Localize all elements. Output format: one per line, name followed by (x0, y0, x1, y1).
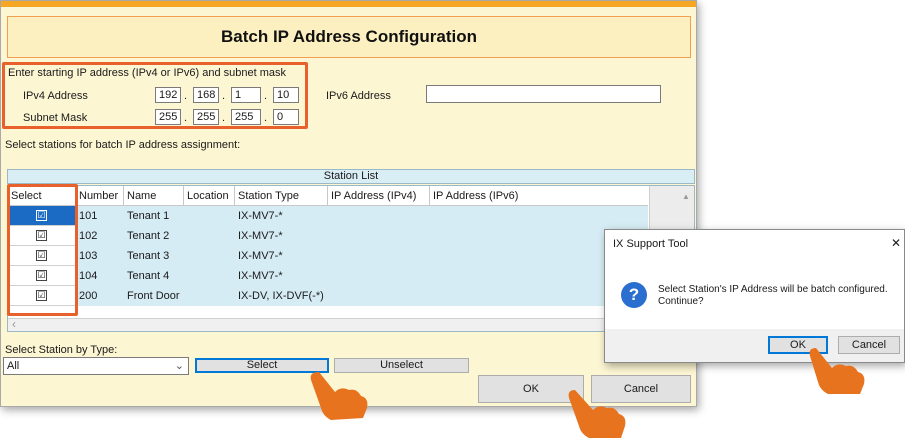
row-ipv6 (430, 206, 648, 226)
row-ipv4 (328, 226, 430, 246)
col-ipv4[interactable]: IP Address (IPv4) (328, 186, 430, 206)
row-number: 104 (79, 270, 98, 282)
row-station-type: IX-MV7-* (238, 210, 283, 222)
row-location (184, 226, 235, 246)
row-name: Tenant 4 (127, 270, 170, 282)
row-location (184, 286, 235, 306)
confirm-dialog: IX Support Tool ✕ ? Select Station's IP … (604, 229, 905, 363)
row-location (184, 266, 235, 286)
row-location (184, 206, 235, 226)
table-row[interactable]: ☑ 200 Front Door IX-DV, IX-DVF(-*) (8, 286, 648, 306)
row-station-type: IX-MV7-* (238, 270, 283, 282)
row-number: 200 (79, 290, 98, 302)
window-accent-bar (1, 1, 696, 7)
chevron-down-icon[interactable]: ⌄ (175, 358, 184, 374)
col-number[interactable]: Number (76, 186, 124, 206)
row-name: Front Door (127, 290, 180, 302)
dialog-message-continue: Continue? (658, 296, 704, 307)
station-type-value: All (7, 360, 20, 372)
row-number: 103 (79, 250, 98, 262)
close-icon[interactable]: ✕ (891, 236, 901, 250)
dialog-title: IX Support Tool (613, 238, 689, 250)
row-ipv4 (328, 246, 430, 266)
page-title: Batch IP Address Configuration (7, 16, 691, 58)
horizontal-scrollbar[interactable]: ‹ (8, 317, 694, 331)
row-name: Tenant 3 (127, 250, 170, 262)
batch-ip-window: Batch IP Address Configuration Enter sta… (0, 0, 697, 407)
table-row[interactable]: ☑ 102 Tenant 2 IX-MV7-* (8, 226, 648, 246)
table-row[interactable]: ☑ 104 Tenant 4 IX-MV7-* (8, 266, 648, 286)
row-ipv4 (328, 286, 430, 306)
table-row[interactable]: ☑ 101 Tenant 1 IX-MV7-* (8, 206, 648, 226)
scroll-up-icon[interactable]: ▲ (682, 192, 690, 201)
select-column-highlight (7, 184, 78, 316)
table-row[interactable]: ☑ 103 Tenant 3 IX-MV7-* (8, 246, 648, 266)
scroll-left-icon[interactable]: ‹ (12, 317, 16, 331)
row-number: 101 (79, 210, 98, 222)
row-station-type: IX-MV7-* (238, 230, 283, 242)
station-table: Select Number Name Location Station Type… (7, 185, 695, 332)
question-icon: ? (621, 282, 647, 308)
row-number: 102 (79, 230, 98, 242)
select-by-type-label: Select Station by Type: (5, 344, 118, 356)
row-ipv4 (328, 266, 430, 286)
row-name: Tenant 1 (127, 210, 170, 222)
row-location (184, 246, 235, 266)
station-list-header: Station List (7, 169, 695, 184)
station-type-select[interactable]: All ⌄ (3, 357, 189, 375)
dialog-message: Select Station's IP Address will be batc… (658, 284, 888, 295)
col-station-type[interactable]: Station Type (235, 186, 328, 206)
ipv6-label: IPv6 Address (326, 90, 391, 102)
col-location[interactable]: Location (184, 186, 235, 206)
row-station-type: IX-MV7-* (238, 250, 283, 262)
row-station-type: IX-DV, IX-DVF(-*) (238, 290, 324, 302)
col-ipv6[interactable]: IP Address (IPv6) (430, 186, 648, 206)
pointing-hand-icon (809, 348, 865, 394)
pointing-hand-icon (568, 390, 626, 438)
ipv6-input[interactable] (426, 85, 661, 103)
row-ipv4 (328, 206, 430, 226)
row-name: Tenant 2 (127, 230, 170, 242)
pointing-hand-icon (310, 372, 368, 420)
select-stations-label: Select stations for batch IP address ass… (5, 139, 241, 151)
ip-highlight-box (2, 62, 308, 129)
table-header: Select Number Name Location Station Type… (8, 186, 648, 206)
col-name[interactable]: Name (124, 186, 184, 206)
